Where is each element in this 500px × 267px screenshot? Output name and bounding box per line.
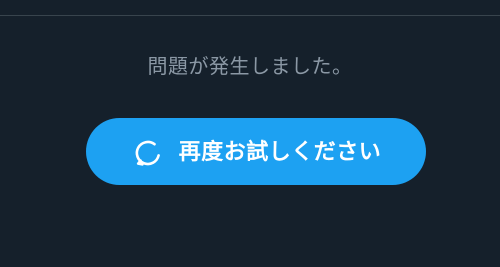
top-divider <box>0 15 500 16</box>
retry-button-label: 再度お試しください <box>178 138 382 164</box>
refresh-icon <box>131 135 165 169</box>
retry-button[interactable]: 再度お試しください <box>86 118 426 185</box>
error-message: 問題が発生しました。 <box>147 54 353 78</box>
